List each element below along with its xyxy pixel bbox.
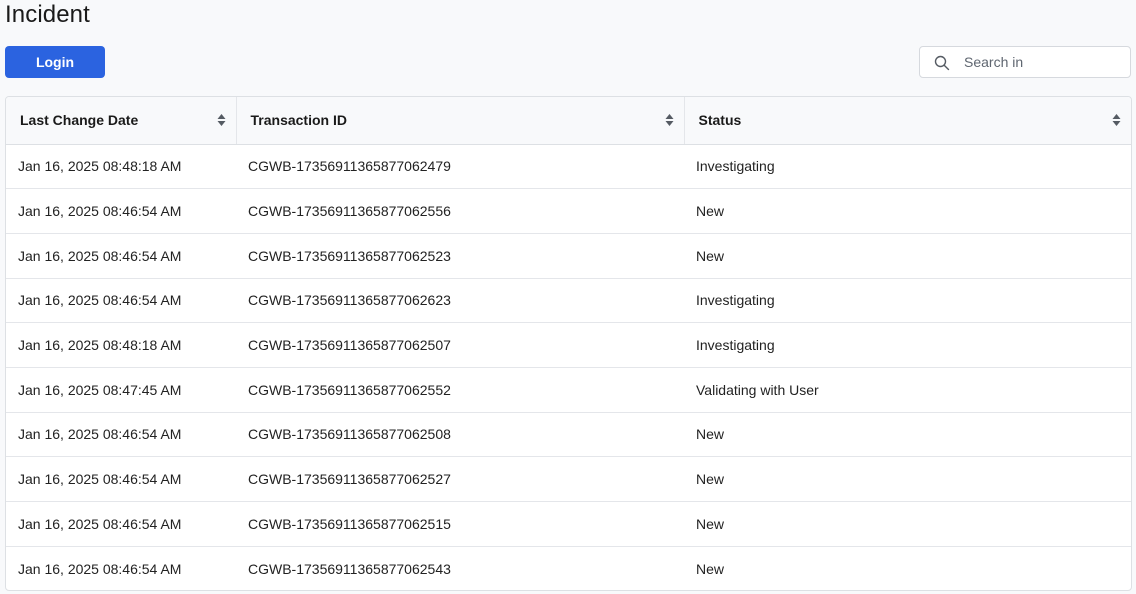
cell-last-change-date: Jan 16, 2025 08:46:54 AM — [6, 412, 236, 458]
incident-table: Last Change Date Transaction ID Status J… — [5, 96, 1132, 591]
table-row[interactable]: Jan 16, 2025 08:46:54 AM CGWB-1735691136… — [6, 412, 1131, 458]
cell-last-change-date: Jan 16, 2025 08:46:54 AM — [6, 233, 236, 279]
cell-last-change-date: Jan 16, 2025 08:46:54 AM — [18, 560, 182, 577]
cell-last-change-date: Jan 16, 2025 08:46:54 AM — [6, 501, 236, 547]
cell-status: New — [684, 501, 1131, 547]
cell-last-change-date: Jan 16, 2025 08:46:54 AM — [6, 456, 236, 502]
cell-transaction-id: CGWB-17356911365877062479 — [236, 144, 684, 190]
cell-transaction-id: CGWB-17356911365877062508 — [236, 412, 684, 458]
cell-transaction-id: CGWB-17356911365877062515 — [236, 501, 684, 547]
cell-status: New — [684, 233, 1131, 279]
column-header-label: Transaction ID — [250, 112, 347, 129]
table-row[interactable]: Jan 16, 2025 08:47:45 AM CGWB-1735691136… — [6, 367, 1131, 413]
cell-transaction-id: CGWB-17356911365877062623 — [236, 278, 684, 324]
cell-last-change-date: Jan 16, 2025 08:46:54 AM — [6, 278, 236, 324]
table-row[interactable]: Jan 16, 2025 08:46:54 AM CGWB-1735691136… — [6, 233, 1131, 279]
login-button[interactable]: Login — [5, 46, 105, 78]
cell-status: New — [684, 456, 1131, 502]
page-title: Incident — [5, 1, 90, 28]
sort-icon[interactable] — [665, 113, 674, 127]
table-row[interactable]: Jan 16, 2025 08:46:54 AM CGWB-1735691136… — [6, 188, 1131, 234]
cell-status: Investigating — [684, 278, 1131, 324]
table-row[interactable]: Jan 16, 2025 08:46:54 AM CGWB-1735691136… — [6, 546, 1131, 590]
column-header-label: Last Change Date — [20, 112, 139, 129]
search-icon — [934, 55, 950, 71]
cell-transaction-id: CGWB-17356911365877062556 — [236, 188, 684, 234]
cell-last-change-date: Jan 16, 2025 08:48:18 AM — [6, 322, 236, 368]
cell-last-change-date: Jan 16, 2025 08:46:54 AM — [6, 188, 236, 234]
cell-transaction-id: CGWB-17356911365877062552 — [236, 367, 684, 413]
search-box[interactable] — [919, 46, 1131, 78]
table-row[interactable]: Jan 16, 2025 08:48:18 AM CGWB-1735691136… — [6, 144, 1131, 190]
table-row[interactable]: Jan 16, 2025 08:46:54 AM CGWB-1735691136… — [6, 278, 1131, 324]
cell-status: New — [684, 188, 1131, 234]
table-row[interactable]: Jan 16, 2025 08:46:54 AM CGWB-1735691136… — [6, 501, 1131, 547]
cell-transaction-id: CGWB-17356911365877062527 — [236, 456, 684, 502]
sort-icon[interactable] — [1112, 113, 1121, 127]
cell-transaction-id: CGWB-17356911365877062523 — [236, 233, 684, 279]
search-input[interactable] — [964, 49, 1124, 75]
table-row[interactable]: Jan 16, 2025 08:48:18 AM CGWB-1735691136… — [6, 322, 1131, 368]
cell-status: Investigating — [684, 144, 1131, 190]
cell-status: Investigating — [684, 322, 1131, 368]
cell-status: New — [696, 560, 725, 577]
table-header-row: Last Change Date Transaction ID Status — [6, 97, 1131, 145]
incident-page: Incident Login Last Change Date — [0, 0, 1136, 594]
cell-status: Validating with User — [684, 367, 1131, 413]
sort-icon[interactable] — [217, 113, 226, 127]
column-header-label: Status — [698, 112, 742, 129]
column-header-last-change-date[interactable]: Last Change Date — [6, 97, 236, 145]
column-header-status[interactable]: Status — [683, 97, 1131, 145]
cell-status: New — [684, 412, 1131, 458]
column-header-transaction-id[interactable]: Transaction ID — [235, 97, 684, 145]
cell-transaction-id: CGWB-17356911365877062543 — [248, 560, 451, 577]
cell-transaction-id: CGWB-17356911365877062507 — [236, 322, 684, 368]
cell-last-change-date: Jan 16, 2025 08:48:18 AM — [6, 144, 236, 190]
table-row[interactable]: Jan 16, 2025 08:46:54 AM CGWB-1735691136… — [6, 456, 1131, 502]
cell-last-change-date: Jan 16, 2025 08:47:45 AM — [6, 367, 236, 413]
